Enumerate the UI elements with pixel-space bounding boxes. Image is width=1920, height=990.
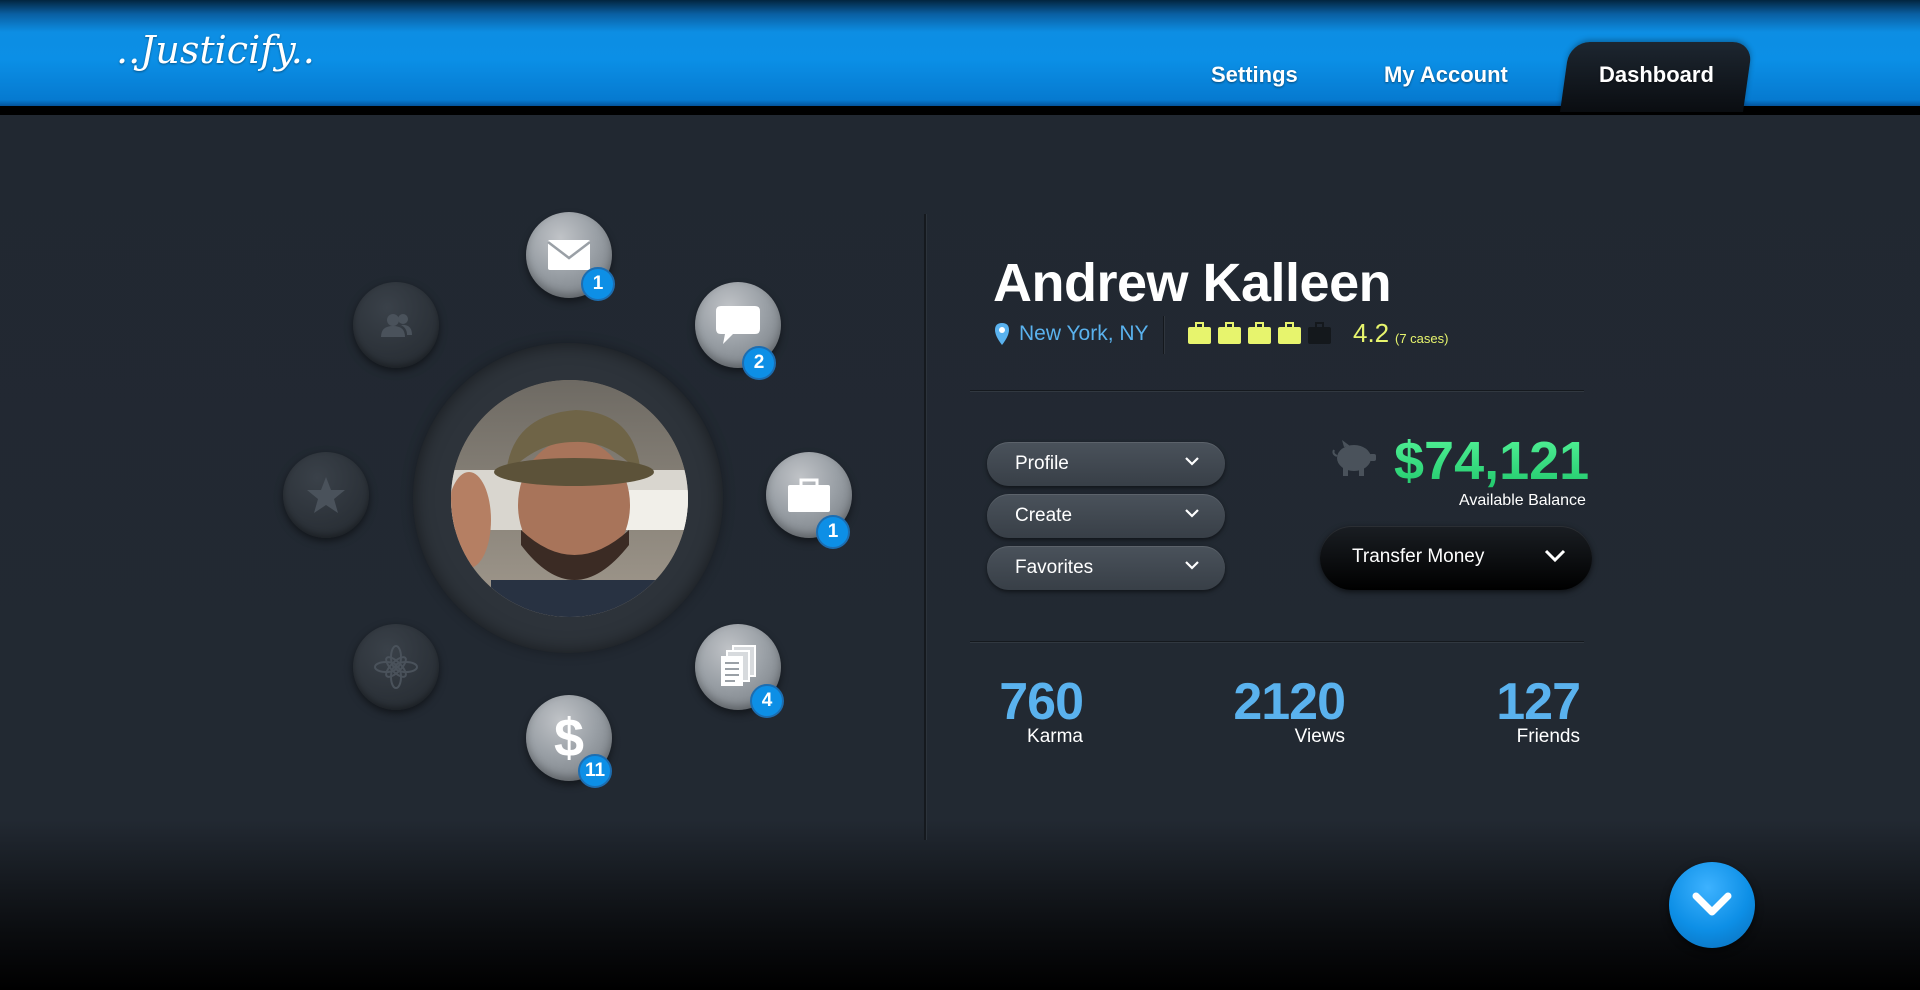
- briefcase-icon: [788, 478, 830, 512]
- profile-location[interactable]: New York, NY: [1019, 322, 1149, 346]
- transfer-money-dropdown[interactable]: Transfer Money: [1320, 526, 1592, 590]
- friends-label: Friends: [1516, 726, 1580, 747]
- favorites-dropdown[interactable]: Favorites: [987, 546, 1225, 590]
- views-label: Views: [1294, 726, 1345, 747]
- users-icon: [381, 314, 412, 337]
- chevron-down-icon: [1692, 892, 1732, 916]
- briefcase-rating-icon: [1308, 322, 1331, 344]
- divider-top: [970, 390, 1584, 391]
- rating-case-count: (7 cases): [1395, 331, 1449, 346]
- chevron-down-icon: [1185, 509, 1199, 518]
- logo[interactable]: ..Justicify..: [116, 28, 315, 72]
- dollar-icon: $: [553, 708, 585, 768]
- briefcase-rating-icon: [1278, 322, 1301, 344]
- transfer-money-label: Transfer Money: [1352, 546, 1485, 567]
- envelope-icon: [547, 240, 591, 270]
- location-pin-icon: [995, 323, 1009, 345]
- profile-name: Andrew Kalleen: [993, 253, 1392, 313]
- chevron-down-icon: [1544, 549, 1566, 563]
- balance-label: Available Balance: [1459, 492, 1586, 509]
- briefcase-rating-icon: [1248, 322, 1271, 344]
- nav-my-account[interactable]: My Account: [1384, 62, 1508, 88]
- profile-dropdown-label: Profile: [1015, 453, 1069, 474]
- flower-icon: [374, 645, 418, 689]
- rating-value: 4.2: [1353, 318, 1390, 348]
- payments-count-badge: 11: [578, 754, 612, 788]
- chevron-down-icon: [1185, 561, 1199, 570]
- cases-button[interactable]: 1: [766, 452, 852, 549]
- divider-bottom: [970, 641, 1584, 642]
- explore-button[interactable]: [353, 624, 439, 710]
- karma-value: 760: [999, 673, 1084, 731]
- chat-bubble-icon: [716, 306, 760, 344]
- create-dropdown-label: Create: [1015, 505, 1073, 526]
- create-dropdown[interactable]: Create: [987, 494, 1225, 538]
- documents-button[interactable]: 4: [695, 624, 784, 718]
- chat-count-badge: 2: [742, 346, 776, 380]
- favorites-dropdown-label: Favorites: [1015, 557, 1094, 578]
- payments-button[interactable]: $ 11: [526, 695, 612, 788]
- avatar-photo: [451, 380, 688, 617]
- contacts-button[interactable]: [353, 282, 439, 368]
- karma-label: Karma: [1027, 726, 1083, 747]
- documents-icon: [721, 645, 756, 686]
- briefcase-rating-icon: [1218, 322, 1241, 344]
- favorites-button[interactable]: [283, 452, 369, 538]
- star-icon: [307, 477, 345, 513]
- profile-dropdown[interactable]: Profile: [987, 442, 1225, 486]
- friends-value: 127: [1496, 673, 1581, 731]
- balance-amount: $74,121: [1394, 431, 1590, 491]
- chevron-down-icon: [1185, 457, 1199, 466]
- vertical-divider: [924, 214, 926, 840]
- case-rating-icons: [1188, 322, 1331, 344]
- tab-dashboard-label[interactable]: Dashboard: [1599, 62, 1714, 88]
- location-separator: [1163, 316, 1164, 354]
- chat-button[interactable]: 2: [695, 282, 781, 380]
- documents-count-badge: 4: [750, 684, 784, 718]
- piggy-bank-icon: [1332, 440, 1376, 476]
- nav-settings[interactable]: Settings: [1211, 62, 1298, 88]
- views-value: 2120: [1233, 673, 1346, 731]
- scroll-down-button[interactable]: [1669, 862, 1755, 948]
- mail-button[interactable]: 1: [526, 212, 615, 301]
- avatar[interactable]: [451, 380, 688, 617]
- briefcase-rating-icon: [1188, 322, 1211, 344]
- mail-count-badge: 1: [581, 267, 615, 301]
- cases-count-badge: 1: [816, 515, 850, 549]
